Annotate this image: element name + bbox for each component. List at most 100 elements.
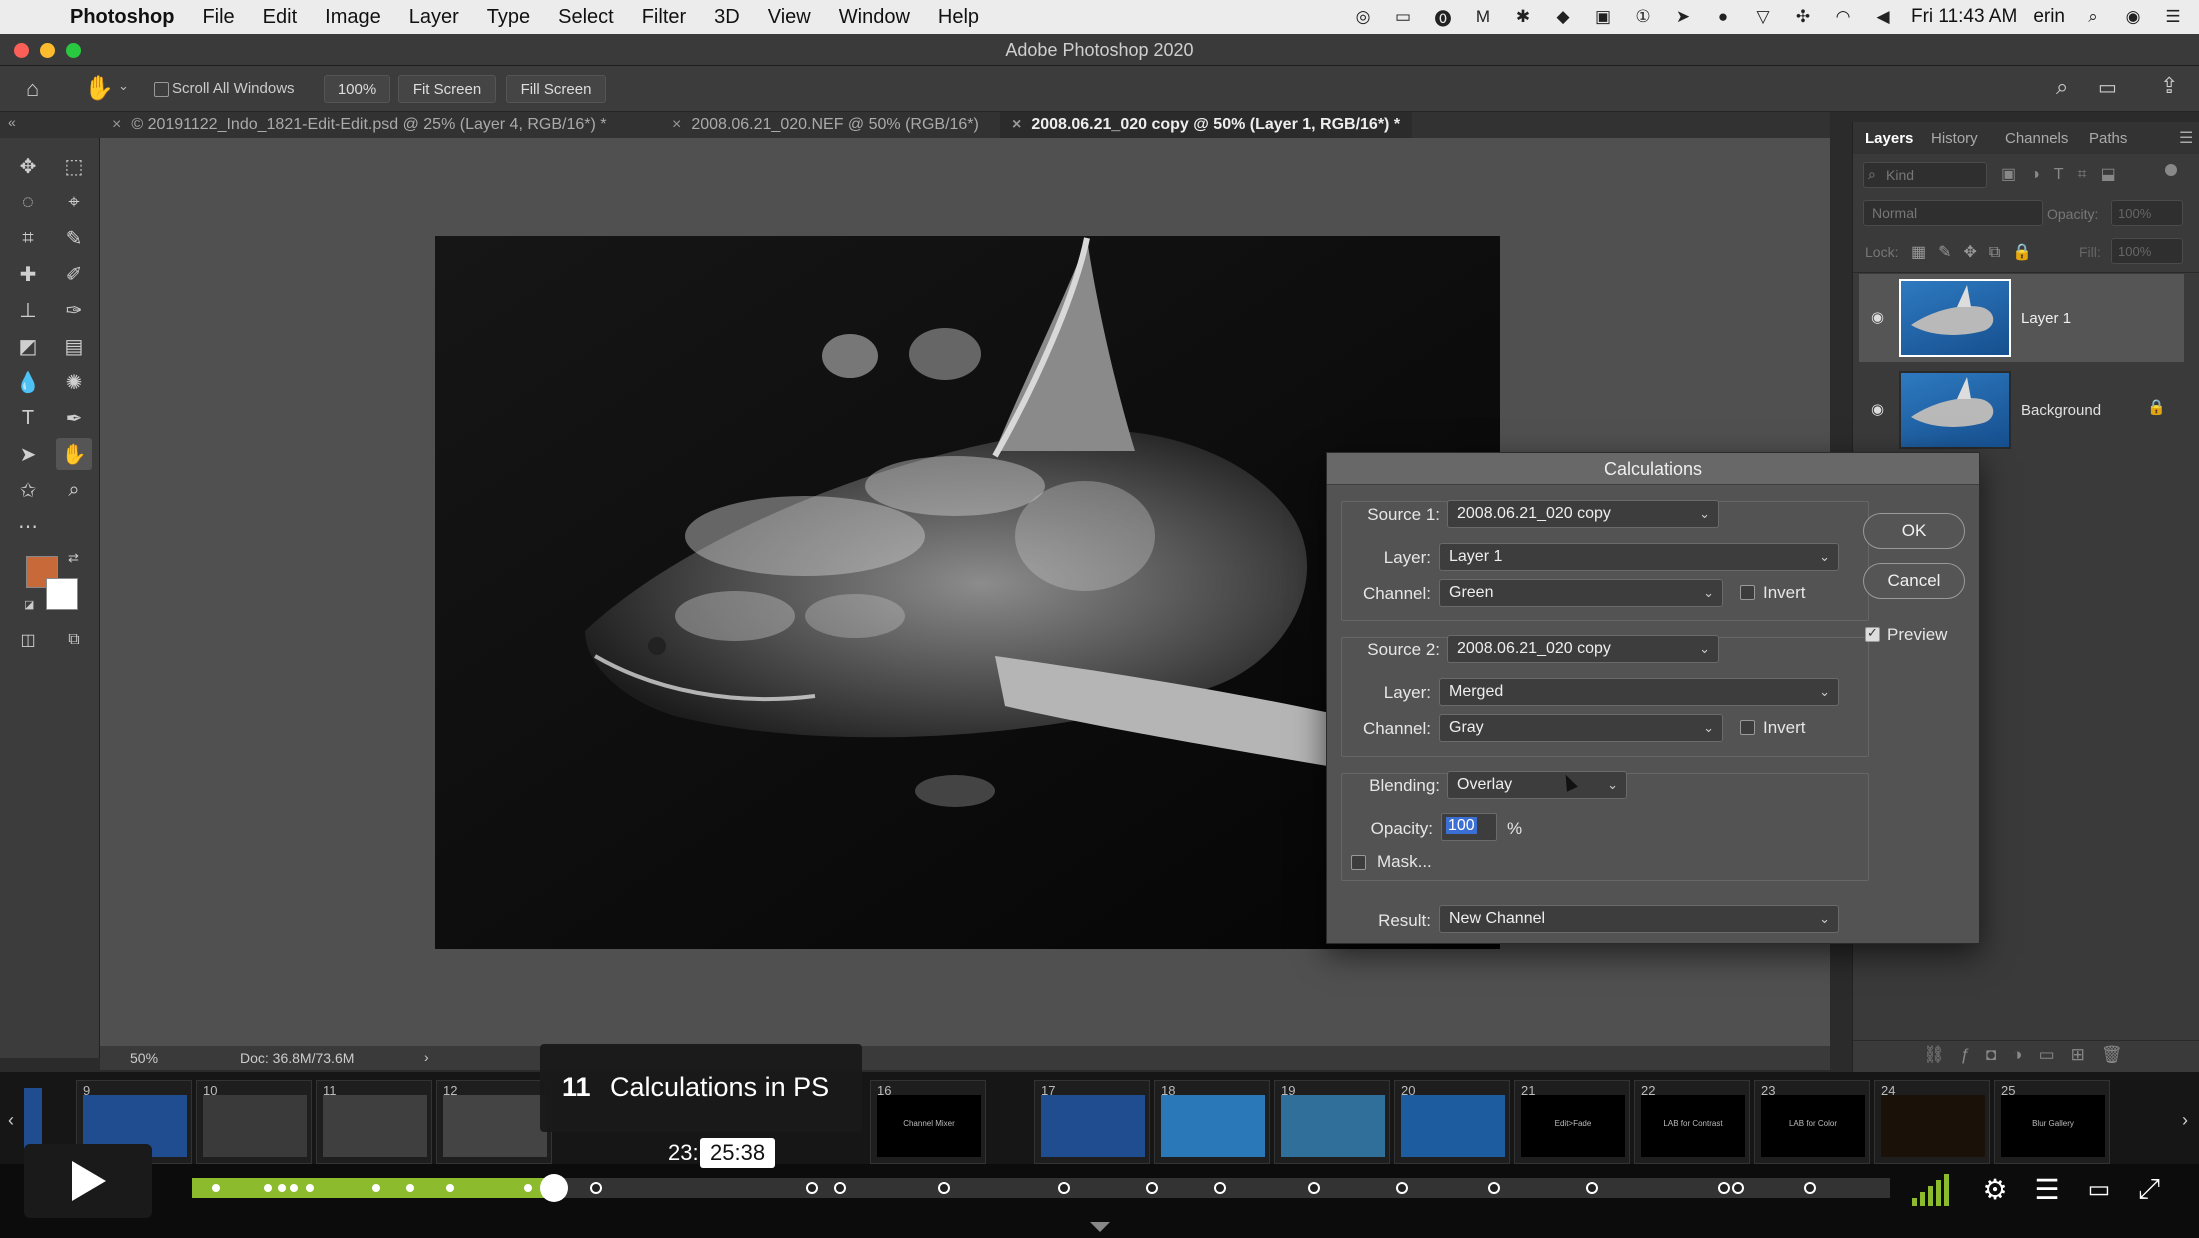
- expand-arrow-icon[interactable]: [1090, 1222, 1110, 1232]
- source1-channel-select[interactable]: Green ⌄: [1439, 579, 1723, 607]
- chapter-marker[interactable]: [1308, 1182, 1320, 1194]
- backup-icon[interactable]: ▣: [1591, 6, 1615, 28]
- bluetooth-icon[interactable]: ✱: [1511, 6, 1535, 28]
- opacity-input[interactable]: 100: [1441, 813, 1497, 841]
- mask-checkbox[interactable]: [1351, 855, 1366, 870]
- panel-menu-icon[interactable]: ☰: [2179, 128, 2193, 148]
- filmstrip-frame[interactable]: 11: [316, 1080, 432, 1164]
- network-icon[interactable]: ✣: [1791, 6, 1815, 28]
- dropbox-icon[interactable]: ◆: [1551, 6, 1575, 28]
- hand-tool-preset-icon[interactable]: ✋: [84, 74, 114, 103]
- tab-nef[interactable]: × 2008.06.21_020.NEF @ 50% (RGB/16*): [672, 112, 979, 138]
- filmstrip-frame[interactable]: 18: [1154, 1080, 1270, 1164]
- quick-select-tool-icon[interactable]: ⌖: [56, 186, 92, 218]
- chapter-marker[interactable]: [444, 1182, 456, 1194]
- menu-image[interactable]: Image: [311, 6, 395, 29]
- spotlight-search-icon[interactable]: ⌕: [2081, 6, 2105, 28]
- filmstrip-frame[interactable]: 22 LAB for Contrast: [1634, 1080, 1750, 1164]
- menu-view[interactable]: View: [754, 6, 825, 29]
- fill-field[interactable]: 100%: [2111, 238, 2183, 264]
- source2-select[interactable]: 2008.06.21_020 copy ⌄: [1447, 635, 1719, 663]
- chapter-marker[interactable]: [1804, 1182, 1816, 1194]
- menu-edit[interactable]: Edit: [249, 6, 311, 29]
- chapter-marker[interactable]: [590, 1182, 602, 1194]
- airplay-icon[interactable]: ▽: [1751, 6, 1775, 28]
- dodge-tool-icon[interactable]: ✺: [56, 366, 92, 398]
- custom-shape-tool-icon[interactable]: ✩: [10, 474, 46, 506]
- menu-file[interactable]: File: [188, 6, 248, 29]
- chapter-marker[interactable]: [304, 1182, 316, 1194]
- source2-layer-select[interactable]: Merged ⌄: [1439, 678, 1839, 706]
- menu-window[interactable]: Window: [825, 6, 924, 29]
- share-icon[interactable]: ⇪: [2160, 73, 2178, 99]
- chapter-marker[interactable]: [288, 1182, 300, 1194]
- chapter-marker[interactable]: [1732, 1182, 1744, 1194]
- tab-paths[interactable]: Paths: [2089, 130, 2127, 147]
- chapter-marker[interactable]: [1214, 1182, 1226, 1194]
- panel-footer-icons[interactable]: ⛓ƒ◘◑▭⊞🗑: [1923, 1045, 2138, 1065]
- quick-mask-icon[interactable]: ◫: [10, 624, 46, 656]
- play-button[interactable]: [24, 1144, 152, 1218]
- tab-layers[interactable]: Layers: [1865, 130, 1913, 147]
- menu-layer[interactable]: Layer: [395, 6, 473, 29]
- home-icon[interactable]: ⌂: [26, 76, 39, 102]
- blending-select[interactable]: Overlay ⌄: [1447, 771, 1627, 799]
- chapter-marker[interactable]: [806, 1182, 818, 1194]
- fullscreen-icon[interactable]: ⤢: [2130, 1172, 2168, 1206]
- visibility-eye-icon[interactable]: ◉: [1871, 400, 1884, 418]
- airplay-icon[interactable]: ▭: [2080, 1172, 2118, 1206]
- hand-tool-icon[interactable]: ✋: [56, 438, 92, 470]
- clone-stamp-tool-icon[interactable]: ⊥: [10, 294, 46, 326]
- background-color-swatch[interactable]: [46, 578, 78, 610]
- creative-cloud-icon[interactable]: ◎: [1351, 6, 1375, 28]
- source1-select[interactable]: 2008.06.21_020 copy ⌄: [1447, 500, 1719, 528]
- zoom-100-button[interactable]: 100%: [324, 75, 390, 103]
- scrub-handle[interactable]: [539, 1174, 568, 1202]
- siri-icon[interactable]: ◉: [2121, 6, 2145, 28]
- menu-select[interactable]: Select: [544, 6, 628, 29]
- screen-mode-icon[interactable]: ⧉: [56, 624, 92, 656]
- filmstrip-frame[interactable]: 16 Channel Mixer: [870, 1080, 986, 1164]
- menu-help[interactable]: Help: [924, 6, 993, 29]
- filter-toggle-icon[interactable]: [2165, 164, 2177, 176]
- opacity-field[interactable]: 100%: [2111, 200, 2183, 226]
- close-tab-icon[interactable]: ×: [672, 116, 681, 134]
- volume-bars-icon[interactable]: [1910, 1172, 1958, 1206]
- chapter-marker[interactable]: [522, 1182, 534, 1194]
- lasso-tool-icon[interactable]: ◌: [10, 186, 46, 218]
- close-tab-icon[interactable]: ×: [112, 116, 121, 134]
- filmstrip-frame[interactable]: 19: [1274, 1080, 1390, 1164]
- crop-tool-icon[interactable]: ⌗: [10, 222, 46, 254]
- layer-row-background[interactable]: ◉ Background 🔒: [1859, 366, 2184, 454]
- close-tab-icon[interactable]: ×: [1012, 116, 1021, 134]
- filmstrip-frame[interactable]: 10: [196, 1080, 312, 1164]
- marquee-tool-icon[interactable]: ⬚: [56, 150, 92, 182]
- move-tool-icon[interactable]: ✥: [10, 150, 46, 182]
- source1-invert-checkbox[interactable]: [1740, 585, 1755, 600]
- record-icon[interactable]: ●: [1711, 6, 1735, 28]
- blur-tool-icon[interactable]: 💧: [10, 366, 46, 398]
- menu-app-photoshop[interactable]: Photoshop: [56, 6, 188, 29]
- tab-copy-active[interactable]: × 2008.06.21_020 copy @ 50% (Layer 1, RG…: [1000, 112, 1413, 138]
- eraser-tool-icon[interactable]: ◩: [10, 330, 46, 362]
- menu-type[interactable]: Type: [473, 6, 544, 29]
- fill-screen-button[interactable]: Fill Screen: [506, 75, 606, 103]
- display-icon[interactable]: ▭: [1391, 6, 1415, 28]
- eyedropper-tool-icon[interactable]: ✎: [56, 222, 92, 254]
- path-selection-tool-icon[interactable]: ➤: [10, 438, 46, 470]
- chapter-marker[interactable]: [1146, 1182, 1158, 1194]
- tab-history[interactable]: History: [1931, 130, 1978, 147]
- cancel-button[interactable]: Cancel: [1863, 563, 1965, 599]
- source1-layer-select[interactable]: Layer 1 ⌄: [1439, 543, 1839, 571]
- type-tool-icon[interactable]: T: [10, 402, 46, 434]
- filmstrip-frame[interactable]: 24: [1874, 1080, 1990, 1164]
- malwarebytes-icon[interactable]: M: [1471, 6, 1495, 28]
- chapter-marker[interactable]: [834, 1182, 846, 1194]
- settings-gear-icon[interactable]: ⚙: [1976, 1172, 2014, 1206]
- filmstrip-frame[interactable]: 23 LAB for Color: [1754, 1080, 1870, 1164]
- status-icon[interactable]: ⓿: [1431, 6, 1455, 29]
- more-tools-icon[interactable]: ⋯: [10, 510, 46, 542]
- layer-row-layer1[interactable]: ◉ Layer 1: [1859, 274, 2184, 362]
- workspace-icon[interactable]: ▭: [2098, 75, 2117, 100]
- status-zoom[interactable]: 50%: [130, 1050, 158, 1066]
